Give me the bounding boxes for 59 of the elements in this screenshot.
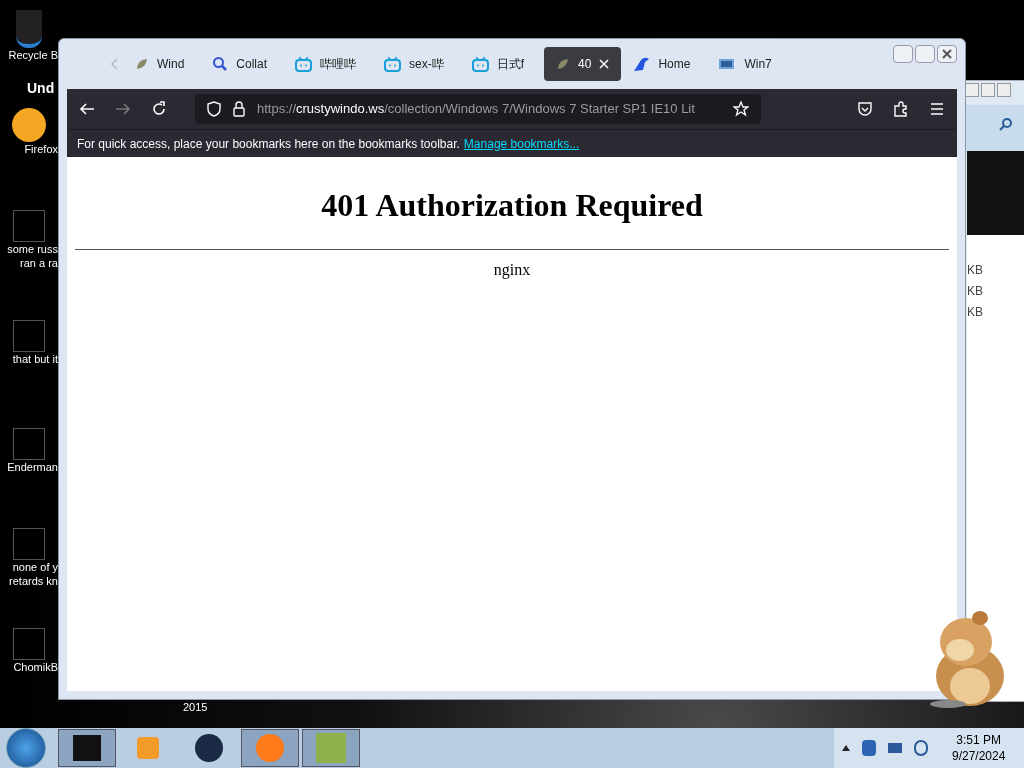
app-icon[interactable] (13, 428, 45, 460)
file-size: KB (967, 263, 984, 277)
close-icon[interactable] (599, 59, 610, 69)
back-arrow-icon[interactable] (79, 101, 95, 117)
leaf-icon (135, 57, 149, 71)
lock-icon (233, 101, 245, 117)
browser-tab[interactable]: Collat (204, 47, 276, 81)
tv-icon (295, 56, 313, 72)
icon-label: some russ ran a ra (6, 242, 58, 270)
error-heading: 401 Authorization Required (321, 186, 703, 225)
icon-label: Firefox (23, 142, 58, 156)
url-text: https://crustywindo.ws/collection/Windows 7/Windows 7 Starter SP1 IE10 Lit (257, 100, 695, 119)
browser-tab[interactable]: Wind (127, 47, 193, 81)
browser-tab[interactable]: 40 (544, 47, 622, 81)
browser-tab[interactable]: sex-哔 (376, 47, 452, 81)
bookmarks-hint: For quick access, place your bookmarks here on the bookmarks toolbar. (77, 135, 460, 153)
icon-label: ChomikB (12, 660, 58, 674)
menu-icon[interactable] (929, 101, 945, 117)
manage-bookmarks-link[interactable]: Manage bookmarks... (463, 134, 580, 153)
icon-label: Und (27, 79, 55, 98)
browser-tab[interactable]: 哔哩哔 (287, 47, 365, 81)
browser-tab[interactable]: Win7 (710, 47, 780, 81)
bird-icon (633, 56, 651, 72)
browser-tab[interactable]: Home (625, 47, 699, 81)
search-icon (212, 56, 229, 72)
start-button[interactable] (6, 728, 46, 768)
tray-arrow-icon[interactable] (842, 745, 850, 751)
tv-icon (471, 56, 489, 72)
forward-arrow-icon[interactable] (115, 101, 131, 117)
app-icon[interactable] (13, 320, 45, 352)
star-icon[interactable] (733, 101, 749, 117)
icon-label: that but it (11, 352, 58, 366)
app-icon[interactable] (13, 210, 45, 242)
reload-icon[interactable] (151, 101, 167, 117)
window-icon (718, 57, 737, 71)
icon-label: 2015 (183, 700, 208, 715)
app-icon[interactable] (13, 628, 45, 660)
bin-icon[interactable] (16, 10, 42, 48)
maximize-button[interactable] (981, 83, 995, 97)
taskbar-app[interactable] (58, 729, 116, 767)
file-size: KB (967, 305, 984, 319)
close-button[interactable] (937, 45, 957, 63)
search-icon[interactable] (999, 117, 1013, 131)
puzzle-icon[interactable] (893, 101, 909, 117)
icon-label: Recycle B (7, 48, 58, 62)
icon-label: none of y retards kn (8, 560, 58, 588)
app-icon[interactable] (13, 528, 45, 560)
shield-icon (207, 101, 221, 117)
close-icon (942, 49, 952, 59)
leaf-icon (556, 57, 571, 71)
tv-icon (384, 56, 402, 72)
tray-icon[interactable] (862, 740, 876, 756)
minimize-button[interactable] (893, 45, 913, 63)
server-name: nginx (493, 260, 531, 281)
icon-label: Enderman (6, 460, 58, 474)
pocket-icon[interactable] (857, 101, 873, 117)
address-bar[interactable]: https://crustywindo.ws/collection/Windows 7/Windows 7 Starter SP1 IE10 Lit (195, 94, 761, 124)
file-size: KB (967, 284, 984, 298)
browser-tab[interactable]: 日式f (463, 47, 533, 81)
